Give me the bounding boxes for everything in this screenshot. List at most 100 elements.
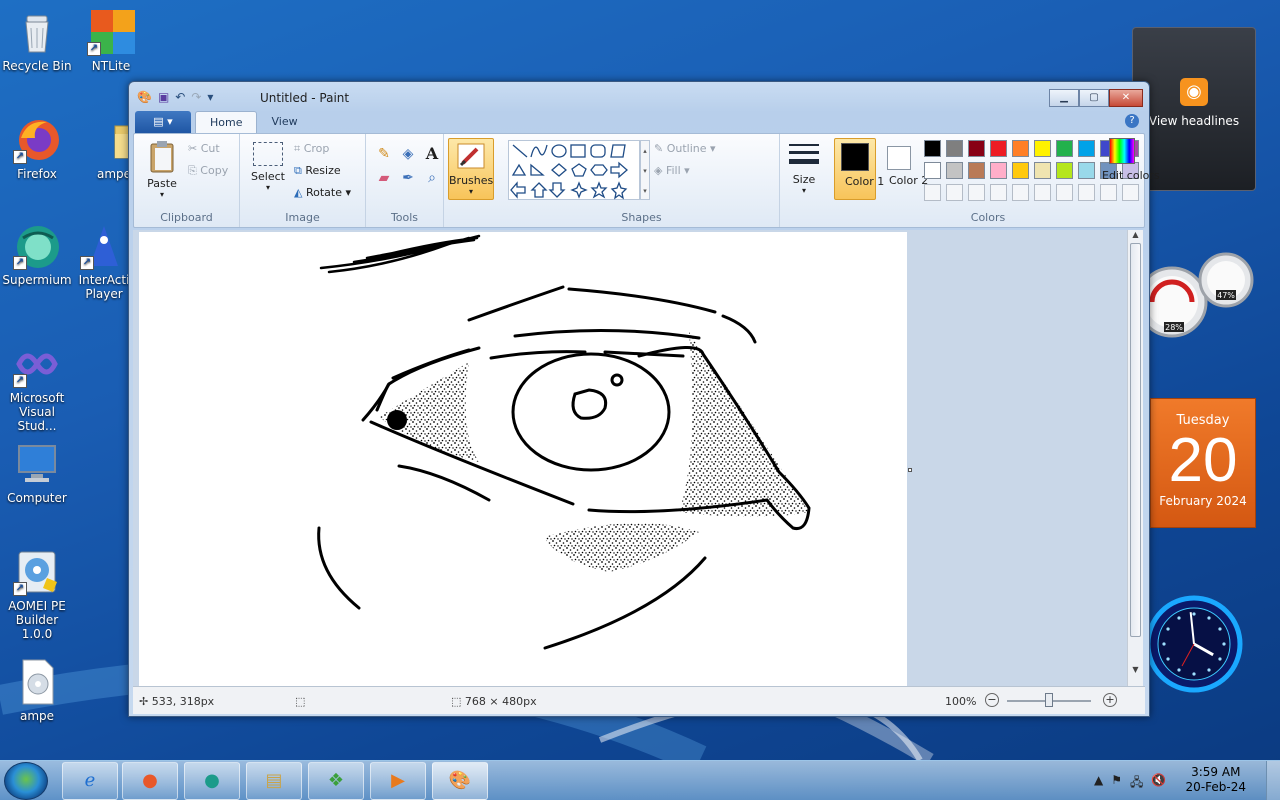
desktop-icon-ntlite[interactable]: ↗ NTLite [74, 8, 148, 74]
size-button[interactable]: Size ▾ [784, 140, 824, 195]
taskbar-paint[interactable]: 🎨 [432, 762, 488, 800]
outline-icon: ✎ [654, 142, 667, 155]
custom-color-slot[interactable] [924, 184, 941, 201]
minimize-button[interactable]: ▁ [1049, 89, 1079, 107]
start-button[interactable] [4, 762, 48, 800]
palette-swatch[interactable] [924, 140, 941, 157]
taskbar-media-player[interactable]: ▶ [370, 762, 426, 800]
action-center-flag-icon[interactable]: ⚑ [1111, 773, 1122, 794]
palette-swatch[interactable] [1078, 140, 1095, 157]
copy-button[interactable]: ⎘ Copy [188, 164, 228, 178]
maximize-button[interactable]: ▢ [1079, 89, 1109, 107]
palette-swatch[interactable] [990, 140, 1007, 157]
custom-color-slot[interactable] [968, 184, 985, 201]
custom-color-slot[interactable] [1122, 184, 1139, 201]
clock-tray[interactable]: 3:59 AM 20-Feb-24 [1186, 765, 1246, 795]
brushes-button[interactable]: Brushes ▾ [448, 138, 494, 200]
custom-color-slot[interactable] [946, 184, 963, 201]
custom-color-slot[interactable] [1078, 184, 1095, 201]
select-button[interactable]: Select ▾ [248, 142, 288, 192]
desktop-icon-interactive-player[interactable]: ↗ InterActi Player [74, 222, 134, 301]
zoom-out-button[interactable]: − [985, 693, 999, 707]
magnifier-icon[interactable]: ⌕ [422, 170, 442, 190]
eraser-icon[interactable]: ▰ [374, 170, 394, 190]
scroll-up-icon[interactable]: ▲ [1128, 230, 1143, 239]
custom-color-slot[interactable] [1100, 184, 1117, 201]
zoom-in-button[interactable]: + [1103, 693, 1117, 707]
tab-home[interactable]: Home [195, 111, 258, 133]
show-hidden-icons[interactable]: ▲ [1094, 773, 1103, 794]
save-icon[interactable]: ▣ [158, 90, 169, 104]
paint-menu-button[interactable]: ▤ ▾ [135, 111, 191, 133]
redo-icon[interactable]: ↷ [191, 90, 201, 104]
outline-button[interactable]: ✎ Outline ▾ [654, 142, 716, 155]
scroll-thumb[interactable] [1130, 243, 1141, 637]
undo-icon[interactable]: ↶ [175, 90, 185, 104]
edit-colors-button[interactable]: Edit colors [1102, 138, 1160, 182]
desktop-icon-computer[interactable]: Computer [0, 440, 74, 506]
cut-button[interactable]: ✂ Cut [188, 142, 220, 155]
fill-bucket-icon[interactable]: ◈ [398, 146, 418, 166]
scroll-down-icon[interactable]: ▼ [1128, 665, 1143, 674]
taskbar-ie[interactable]: ℯ [62, 762, 118, 800]
network-icon[interactable]: 🖧 [1130, 773, 1143, 794]
canvas-resize-handle[interactable] [908, 468, 912, 472]
taskbar-explorer[interactable]: ▤ [246, 762, 302, 800]
palette-swatch[interactable] [968, 140, 985, 157]
desktop-icon-firefox[interactable]: ↗ Firefox [0, 116, 74, 182]
color1-button[interactable]: Color 1 [834, 138, 884, 200]
text-tool-icon[interactable]: A [422, 144, 442, 164]
drawing-canvas[interactable] [139, 232, 907, 686]
resize-button[interactable]: ⧉ Resize [294, 164, 341, 178]
palette-swatch[interactable] [1034, 140, 1051, 157]
palette-swatch[interactable] [1056, 162, 1073, 179]
palette-swatch[interactable] [946, 140, 963, 157]
pencil-icon[interactable]: ✎ [374, 146, 394, 166]
paint-app-icon[interactable]: 🎨 [137, 90, 152, 104]
palette-swatch[interactable] [946, 162, 963, 179]
news-headlines-gadget[interactable]: ◉ View headlines [1132, 27, 1256, 191]
help-icon[interactable]: ? [1125, 114, 1139, 128]
palette-swatch[interactable] [1078, 162, 1095, 179]
desktop-icon-supermium[interactable]: ↗ Supermium [0, 222, 74, 288]
color-picker-icon[interactable]: ✒ [398, 170, 418, 190]
title-bar[interactable]: 🎨 ▣ ↶ ↷ ▾ Untitled - Paint ▁ ▢ ✕ [129, 82, 1149, 112]
palette-swatch[interactable] [1012, 140, 1029, 157]
desktop-icon-aomei[interactable]: ↗ AOMEI PE Builder 1.0.0 [0, 548, 74, 641]
shapes-scroll[interactable]: ▴ ▾ ▾ [640, 140, 650, 200]
palette-swatch[interactable] [924, 162, 941, 179]
color2-button[interactable]: Color 2 [880, 138, 928, 200]
palette-swatch[interactable] [1034, 162, 1051, 179]
rotate-button[interactable]: ◭ Rotate ▾ [294, 186, 351, 199]
taskbar-supermium[interactable]: ● [184, 762, 240, 800]
fill-button[interactable]: ◈ Fill ▾ [654, 164, 690, 177]
customize-qat-icon[interactable]: ▾ [207, 90, 213, 104]
crop-button[interactable]: ⌗ Crop [294, 142, 329, 156]
volume-muted-icon[interactable]: 🔇 [1151, 773, 1166, 794]
custom-color-slot[interactable] [1056, 184, 1073, 201]
palette-swatch[interactable] [990, 162, 1007, 179]
supermium-icon: ↗ [13, 222, 61, 270]
taskbar-firefox[interactable]: ● [122, 762, 178, 800]
zoom-slider-thumb[interactable] [1045, 693, 1053, 707]
desktop-icon-visual-studio[interactable]: ↗ Microsoft Visual Stud... [0, 340, 74, 433]
custom-color-slot[interactable] [1012, 184, 1029, 201]
palette-swatch[interactable] [1012, 162, 1029, 179]
custom-color-slot[interactable] [990, 184, 1007, 201]
custom-color-slot[interactable] [1034, 184, 1051, 201]
desktop-icon-ampe-file[interactable]: ampe [0, 658, 74, 724]
vertical-scrollbar[interactable]: ▲ ▼ [1127, 230, 1143, 686]
size-group: Size ▾ [780, 134, 830, 227]
close-button[interactable]: ✕ [1109, 89, 1143, 107]
paste-button[interactable]: Paste ▾ [142, 140, 182, 199]
taskbar-media-center[interactable]: ❖ [308, 762, 364, 800]
palette-swatch[interactable] [1056, 140, 1073, 157]
palette-swatch[interactable] [968, 162, 985, 179]
desktop-icon-recycle-bin[interactable]: Recycle Bin [0, 8, 74, 74]
supermium-icon: ● [204, 770, 220, 791]
show-desktop-button[interactable] [1266, 761, 1280, 800]
tray-time: 3:59 AM [1191, 765, 1241, 779]
shapes-gallery[interactable] [508, 140, 640, 200]
cursor-position: ✢ 533, 318px [139, 695, 214, 708]
tab-view[interactable]: View [257, 111, 311, 133]
